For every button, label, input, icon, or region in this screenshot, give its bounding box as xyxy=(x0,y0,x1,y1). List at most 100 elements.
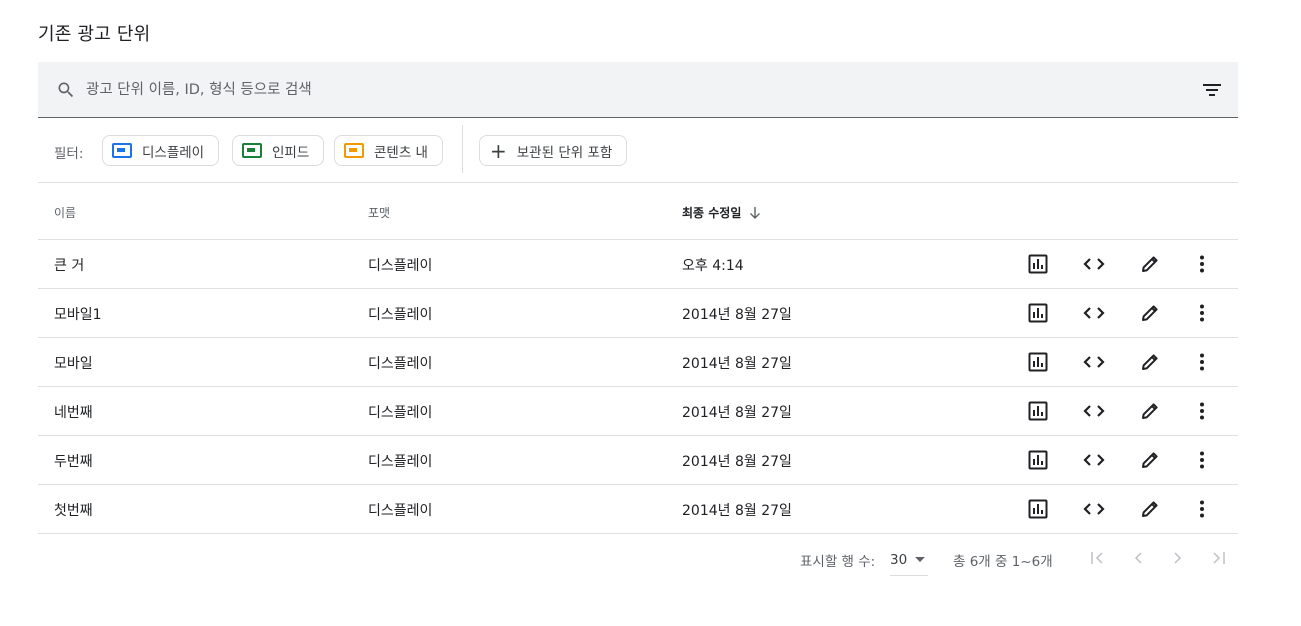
report-icon xyxy=(1028,254,1048,274)
edit-button[interactable] xyxy=(1138,301,1162,325)
table-body: 큰 거 디스플레이 오후 4:14 모바일1 디스플레이 2014년 8월 27… xyxy=(38,240,1238,534)
table-row[interactable]: 모바일 디스플레이 2014년 8월 27일 xyxy=(38,338,1238,387)
page-title: 기존 광고 단위 xyxy=(38,24,151,45)
search-icon xyxy=(58,82,74,98)
more-vert-icon xyxy=(1200,353,1204,371)
get-code-button[interactable] xyxy=(1082,252,1106,276)
more-options-button[interactable] xyxy=(1190,252,1214,276)
incontent-ad-icon xyxy=(344,143,364,158)
dropdown-caret-icon xyxy=(915,557,926,562)
edit-icon xyxy=(1142,403,1158,419)
report-icon xyxy=(1028,450,1048,470)
more-vert-icon xyxy=(1200,451,1204,469)
last-page-button[interactable] xyxy=(1208,548,1228,568)
cell-format: 디스플레이 xyxy=(368,258,433,274)
rows-per-page-value: 30 xyxy=(890,551,908,568)
cell-name[interactable]: 두번째 xyxy=(54,451,93,471)
cell-format: 디스플레이 xyxy=(368,307,433,323)
more-vert-icon xyxy=(1200,304,1204,322)
cell-name[interactable]: 첫번째 xyxy=(54,500,93,520)
table-row[interactable]: 첫번째 디스플레이 2014년 8월 27일 xyxy=(38,485,1238,534)
cell-name[interactable]: 모바일1 xyxy=(54,304,102,324)
chip-infeed[interactable]: 인피드 xyxy=(232,135,325,166)
get-code-button[interactable] xyxy=(1082,350,1106,374)
edit-icon xyxy=(1142,452,1158,468)
get-code-button[interactable] xyxy=(1082,448,1106,472)
report-button[interactable] xyxy=(1026,252,1050,276)
get-code-button[interactable] xyxy=(1082,497,1106,521)
edit-button[interactable] xyxy=(1138,252,1162,276)
chevron-right-icon xyxy=(1174,552,1182,564)
filter-list-icon[interactable] xyxy=(1202,81,1222,99)
pagination: 표시할 행 수: 30 총 6개 중 1~6개 xyxy=(38,534,1238,582)
more-options-button[interactable] xyxy=(1190,448,1214,472)
search-input[interactable] xyxy=(86,78,1186,102)
report-button[interactable] xyxy=(1026,350,1050,374)
cell-name[interactable]: 네번째 xyxy=(54,402,93,422)
search-bar xyxy=(38,62,1238,118)
table-row[interactable]: 모바일1 디스플레이 2014년 8월 27일 xyxy=(38,289,1238,338)
report-icon xyxy=(1028,303,1048,323)
more-vert-icon xyxy=(1200,255,1204,273)
chip-include-archived[interactable]: + 보관된 단위 포함 xyxy=(479,135,628,166)
code-icon xyxy=(1083,258,1105,270)
filter-label: 필터: xyxy=(54,146,84,162)
more-options-button[interactable] xyxy=(1190,399,1214,423)
table-header: 이름 포맷 최종 수정일 xyxy=(38,183,1238,240)
column-header-name[interactable]: 이름 xyxy=(54,204,76,221)
report-button[interactable] xyxy=(1026,301,1050,325)
plus-icon: + xyxy=(490,138,507,163)
report-button[interactable] xyxy=(1026,497,1050,521)
code-icon xyxy=(1083,503,1105,515)
chip-display[interactable]: 디스플레이 xyxy=(102,135,220,166)
table-row[interactable]: 네번째 디스플레이 2014년 8월 27일 xyxy=(38,387,1238,436)
column-header-modified[interactable]: 최종 수정일 xyxy=(682,204,761,221)
cell-modified: 2014년 8월 27일 xyxy=(682,405,792,421)
cell-name[interactable]: 큰 거 xyxy=(54,255,84,275)
next-page-button[interactable] xyxy=(1168,548,1188,568)
get-code-button[interactable] xyxy=(1082,399,1106,423)
cell-modified: 2014년 8월 27일 xyxy=(682,356,792,372)
first-page-button[interactable] xyxy=(1088,548,1108,568)
edit-button[interactable] xyxy=(1138,497,1162,521)
filter-row: 필터: 디스플레이 인피드 콘텐츠 내 + 보관된 단위 포함 xyxy=(38,118,1238,183)
last-page-icon xyxy=(1213,552,1225,564)
cell-modified: 2014년 8월 27일 xyxy=(682,454,792,470)
page-range: 총 6개 중 1~6개 xyxy=(953,554,1053,570)
first-page-icon xyxy=(1091,552,1103,564)
cell-format: 디스플레이 xyxy=(368,454,433,470)
edit-button[interactable] xyxy=(1138,399,1162,423)
edit-button[interactable] xyxy=(1138,350,1162,374)
chip-label: 콘텐츠 내 xyxy=(374,144,428,161)
table-row[interactable]: 큰 거 디스플레이 오후 4:14 xyxy=(38,240,1238,289)
cell-modified: 2014년 8월 27일 xyxy=(682,307,792,323)
report-button[interactable] xyxy=(1026,399,1050,423)
arrow-down-icon xyxy=(750,206,761,219)
infeed-ad-icon xyxy=(242,143,262,158)
column-header-modified-label: 최종 수정일 xyxy=(682,206,742,220)
cell-modified: 2014년 8월 27일 xyxy=(682,503,792,519)
chip-incontent[interactable]: 콘텐츠 내 xyxy=(334,135,443,166)
more-vert-icon xyxy=(1200,402,1204,420)
more-vert-icon xyxy=(1200,500,1204,518)
code-icon xyxy=(1083,454,1105,466)
edit-icon xyxy=(1142,256,1158,272)
report-button[interactable] xyxy=(1026,448,1050,472)
chip-divider xyxy=(462,125,463,173)
table-row[interactable]: 두번째 디스플레이 2014년 8월 27일 xyxy=(38,436,1238,485)
chevron-left-icon xyxy=(1134,552,1142,564)
cell-name[interactable]: 모바일 xyxy=(54,353,93,373)
column-header-format[interactable]: 포맷 xyxy=(368,204,390,221)
previous-page-button[interactable] xyxy=(1128,548,1148,568)
rows-per-page-select[interactable]: 30 xyxy=(890,544,928,576)
chip-label: 보관된 단위 포함 xyxy=(516,144,613,161)
edit-icon xyxy=(1142,501,1158,517)
edit-button[interactable] xyxy=(1138,448,1162,472)
get-code-button[interactable] xyxy=(1082,301,1106,325)
more-options-button[interactable] xyxy=(1190,301,1214,325)
report-icon xyxy=(1028,499,1048,519)
more-options-button[interactable] xyxy=(1190,350,1214,374)
cell-format: 디스플레이 xyxy=(368,356,433,372)
more-options-button[interactable] xyxy=(1190,497,1214,521)
chip-label: 인피드 xyxy=(272,144,310,161)
